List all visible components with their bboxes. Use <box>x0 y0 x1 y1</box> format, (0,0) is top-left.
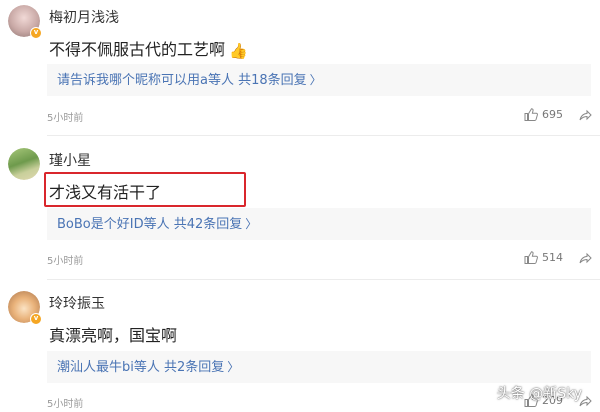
like-count: 695 <box>542 108 563 121</box>
username[interactable]: 瑾小星 <box>49 150 91 170</box>
comment-text: 不得不佩服古代的工艺啊 👍 <box>49 36 248 60</box>
like-count: 514 <box>542 251 563 264</box>
divider <box>47 279 600 280</box>
reply-summary-link[interactable]: 请告诉我哪个昵称可以用a等人 共18条回复〉 <box>47 64 591 96</box>
timestamp: 5小时前 <box>47 399 84 410</box>
like-icon <box>524 108 538 121</box>
timestamp: 5小时前 <box>47 113 84 124</box>
avatar[interactable] <box>8 148 40 180</box>
like-icon <box>524 251 538 264</box>
chevron-right-icon: 〉 <box>227 360 240 374</box>
comment-text: 真漂亮啊，国宝啊 <box>49 326 178 345</box>
username[interactable]: 梅初月浅浅 <box>49 7 119 27</box>
reply-summary-text: BoBo是个好ID等人 共42条回复 <box>57 217 243 232</box>
verified-badge-icon: v <box>30 313 42 325</box>
reply-summary-text: 潮汕人最牛bi等人 共2条回复 <box>57 360 225 375</box>
verified-badge-icon: v <box>30 27 42 39</box>
reply-summary-link[interactable]: BoBo是个好ID等人 共42条回复〉 <box>47 208 591 240</box>
action-bar: 695 <box>524 108 592 121</box>
watermark: 头条 @新Sky <box>496 386 582 402</box>
comment-text-body: 不得不佩服古代的工艺啊 <box>49 40 226 59</box>
action-bar: 514 <box>524 251 592 264</box>
divider <box>47 135 600 136</box>
username[interactable]: 玲玲振玉 <box>49 293 105 313</box>
like-button[interactable]: 695 <box>524 108 563 121</box>
like-button[interactable]: 514 <box>524 251 563 264</box>
reply-summary-link[interactable]: 潮汕人最牛bi等人 共2条回复〉 <box>47 351 591 383</box>
chevron-right-icon: 〉 <box>245 217 258 231</box>
chevron-right-icon: 〉 <box>309 73 322 87</box>
reply-summary-text: 请告诉我哪个昵称可以用a等人 共18条回复 <box>57 73 307 88</box>
thumbs-up-emoji: 👍 <box>229 42 248 60</box>
share-icon[interactable] <box>579 108 592 121</box>
share-icon[interactable] <box>579 251 592 264</box>
highlight-box <box>44 172 246 207</box>
timestamp: 5小时前 <box>47 256 84 267</box>
